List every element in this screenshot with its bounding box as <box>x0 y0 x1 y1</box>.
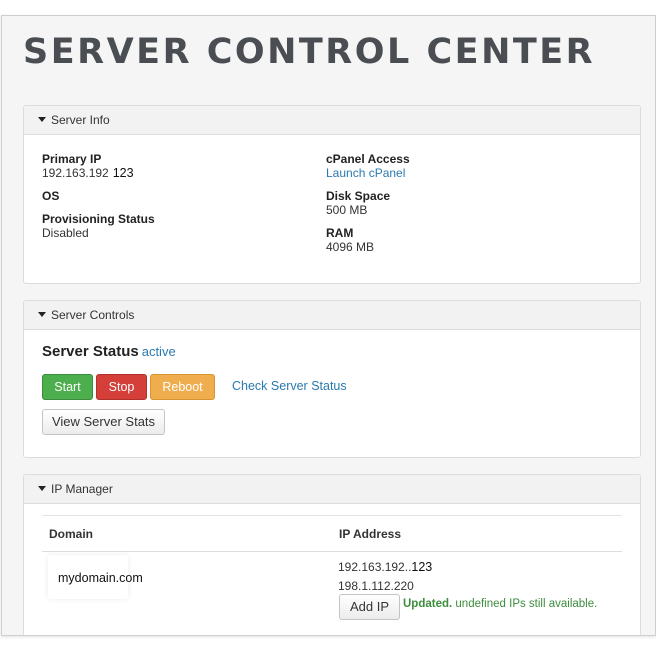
primary-ip-suffix: 123 <box>112 166 134 180</box>
server-controls-header[interactable]: Server Controls <box>24 301 640 330</box>
server-status-line: Server Status active <box>42 343 176 361</box>
page-title: SERVER CONTROL CENTER <box>23 32 596 72</box>
caret-down-icon <box>38 486 46 492</box>
control-center-frame: SERVER CONTROL CENTER Server Info Primar… <box>1 15 656 636</box>
disk-space-value: 500 MB <box>326 203 368 217</box>
ip-manager-header-label: IP Manager <box>51 482 113 496</box>
os-label: OS <box>42 189 60 203</box>
check-server-status-link[interactable]: Check Server Status <box>232 379 347 393</box>
provisioning-status-label: Provisioning Status <box>42 212 155 226</box>
server-info-left-column: Primary IP 192.163.192 123 OS Provisionin… <box>42 152 155 249</box>
domain-value: mydomain.com <box>58 571 143 585</box>
caret-down-icon <box>38 117 46 123</box>
ip-update-status: Updated. <box>403 598 453 610</box>
server-info-panel: Server Info Primary IP 192.163.192 123 OS… <box>23 105 641 284</box>
ip-update-detail: undefined IPs still available. <box>455 598 598 610</box>
ip-address-1: 192.163.192..123 <box>338 560 432 574</box>
server-status-label: Server Status <box>42 343 139 360</box>
stop-button[interactable]: Stop <box>96 374 147 400</box>
reboot-button[interactable]: Reboot <box>150 374 215 400</box>
ip-manager-header[interactable]: IP Manager <box>24 475 640 504</box>
caret-down-icon <box>38 312 46 318</box>
launch-cpanel-link[interactable]: Launch cPanel <box>326 166 410 180</box>
view-server-stats-button[interactable]: View Server Stats <box>42 409 165 435</box>
column-header-domain: Domain <box>49 527 94 541</box>
server-controls-header-label: Server Controls <box>51 308 135 322</box>
ram-label: RAM <box>326 226 354 240</box>
ip-manager-panel: IP Manager Domain IP Address mydomain.co… <box>23 474 641 635</box>
server-info-right-column: cPanel Access Launch cPanel Disk Space 5… <box>326 152 410 263</box>
server-info-header[interactable]: Server Info <box>24 106 640 135</box>
ip-address-1-suffix: 123 <box>411 560 433 574</box>
disk-space-label: Disk Space <box>326 189 391 203</box>
server-status-value: active <box>141 344 176 359</box>
cpanel-access-label: cPanel Access <box>326 152 410 166</box>
ip-address-1-prefix: 192.163.192.. <box>338 560 412 574</box>
server-controls-panel: Server Controls Server Status active Star… <box>23 300 641 458</box>
ip-address-2: 198.1.112.220 <box>338 579 414 593</box>
ip-update-message: Updated. undefined IPs still available. <box>403 598 597 610</box>
provisioning-status-value: Disabled <box>42 226 89 240</box>
primary-ip-label: Primary IP <box>42 152 102 166</box>
ip-table-header: Domain IP Address <box>42 515 622 552</box>
ram-value: 4096 MB <box>326 240 375 254</box>
add-ip-button[interactable]: Add IP <box>339 594 400 620</box>
column-header-ip-address: IP Address <box>339 527 402 541</box>
start-button[interactable]: Start <box>42 374 93 400</box>
primary-ip-value: 192.163.192 <box>42 166 109 180</box>
server-info-header-label: Server Info <box>51 113 110 127</box>
primary-ip-value-row: 192.163.192 123 <box>42 166 155 180</box>
